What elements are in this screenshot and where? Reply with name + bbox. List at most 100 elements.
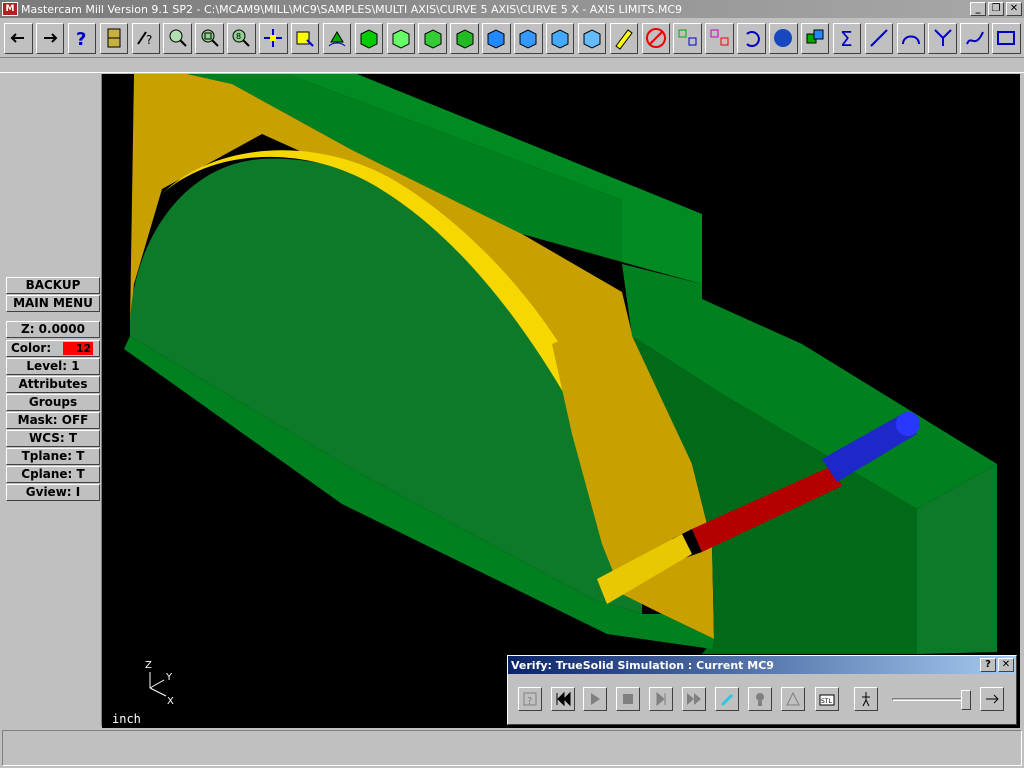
back-arrow-icon (10, 33, 25, 43)
solids-button[interactable] (800, 22, 830, 54)
toolbar: ?? 8 Σ (0, 20, 1024, 56)
mask-button[interactable]: Mask: OFF (6, 412, 100, 429)
arc-icon (901, 35, 920, 45)
speed-slider-thumb[interactable] (961, 690, 972, 710)
line-button[interactable] (864, 22, 894, 54)
unzoom-button[interactable] (195, 22, 224, 54)
minimize-button[interactable]: _ (970, 2, 986, 16)
cplane-side-icon (551, 29, 569, 49)
view-top-button[interactable] (354, 22, 384, 54)
verify-title-bar: Verify: TrueSolid Simulation : Current M… (508, 656, 1016, 674)
axis-x-label: X (167, 696, 174, 706)
cplane-top-button[interactable] (482, 22, 511, 54)
display-tool-icon (721, 694, 733, 706)
unzoom-icon (201, 29, 219, 47)
cplane-top-icon (487, 29, 505, 49)
rewind-button[interactable] (551, 687, 575, 711)
view-side-icon (424, 29, 442, 49)
file-cabinet-button[interactable] (99, 22, 129, 54)
view-side-button[interactable] (418, 22, 447, 54)
stop-icon (623, 694, 633, 704)
cplane-button[interactable]: Cplane: T (6, 466, 100, 483)
svg-text:?: ? (76, 29, 86, 50)
svg-text:?: ? (146, 33, 152, 47)
stop-button[interactable] (616, 687, 640, 711)
axis-y-label: Y (165, 672, 173, 683)
spline-button[interactable] (960, 22, 989, 54)
step-icon (656, 691, 666, 707)
zoom-window-button[interactable] (163, 22, 192, 54)
display-holder-button[interactable] (748, 687, 772, 711)
clear-colors-button[interactable] (641, 22, 671, 54)
speed-fast-button[interactable] (980, 687, 1004, 711)
rotate-view-button[interactable] (322, 22, 352, 54)
cplane-side-button[interactable] (545, 22, 575, 54)
solid-simulation-scene (124, 74, 997, 654)
options-button[interactable]: ? (518, 687, 542, 711)
shade-sphere-button[interactable] (769, 22, 798, 54)
wcs-button[interactable]: WCS: T (6, 430, 100, 447)
tplane-button[interactable]: Tplane: T (6, 448, 100, 465)
verify-close-button[interactable]: ✕ (998, 658, 1014, 672)
rectangle-button[interactable] (992, 22, 1021, 54)
zoom-fit-icon: 8 (232, 29, 251, 47)
level-button[interactable]: Level: 1 (6, 358, 100, 375)
svg-text:?: ? (527, 696, 532, 707)
view-iso-button[interactable] (450, 22, 479, 54)
line-icon (870, 29, 888, 47)
screen-select-button[interactable] (290, 22, 320, 54)
repaint-button[interactable] (609, 22, 639, 54)
cplane-3d-button[interactable] (577, 22, 607, 54)
speed-slider-track[interactable] (892, 698, 970, 701)
undo-button[interactable] (737, 22, 766, 54)
help-button[interactable]: ? (67, 22, 97, 54)
play-button[interactable] (583, 687, 607, 711)
rotate-view-icon (328, 31, 346, 47)
fillet-button[interactable] (928, 22, 957, 54)
z-depth-button[interactable]: Z: 0.0000 (6, 321, 100, 338)
view-button[interactable] (781, 687, 805, 711)
back-arrow-button[interactable] (4, 22, 33, 54)
step-button[interactable] (649, 687, 673, 711)
cplane-front-icon (519, 29, 537, 49)
fast-forward-icon (687, 693, 701, 705)
display-tool-button[interactable] (715, 687, 739, 711)
close-button[interactable]: ✕ (1006, 2, 1022, 16)
graphics-viewport[interactable]: Z Y X inch (102, 74, 1020, 728)
solids-icon (806, 29, 824, 44)
zoom-window-icon (169, 29, 187, 47)
file-cabinet-icon (107, 28, 121, 48)
main-menu-button[interactable]: MAIN MENU (6, 295, 100, 312)
sum-button[interactable]: Σ (832, 22, 862, 54)
analyze-button[interactable]: ? (131, 22, 161, 54)
translate-button[interactable] (673, 22, 702, 54)
view-front-button[interactable] (386, 22, 416, 54)
zoom-fit-button[interactable]: 8 (227, 22, 256, 54)
restore-button[interactable]: ❐ (988, 2, 1004, 16)
backup-button[interactable]: BACKUP (6, 277, 100, 294)
groups-button[interactable]: Groups (6, 394, 100, 411)
forward-arrow-button[interactable] (35, 22, 65, 54)
toolbar-separator (0, 57, 1024, 73)
verify-help-button[interactable]: ? (980, 658, 996, 672)
cplane-front-button[interactable] (514, 22, 543, 54)
pan-button[interactable] (259, 22, 288, 54)
mastercam-app-icon[interactable]: M (2, 2, 18, 16)
attributes-button[interactable]: Attributes (6, 376, 100, 393)
gview-button[interactable]: Gview: I (6, 484, 100, 501)
translate-icon (678, 29, 697, 46)
help-icon: ? (76, 29, 86, 50)
speed-slow-button[interactable] (854, 687, 878, 711)
save-stl-button[interactable]: STL (815, 687, 839, 711)
color-button[interactable]: Color: 12 (6, 340, 100, 357)
tool-holder-end (896, 412, 920, 436)
arc-button[interactable] (896, 22, 926, 54)
sum-icon: Σ (840, 27, 853, 50)
rectangle-icon (997, 31, 1016, 45)
mirror-button[interactable] (705, 22, 734, 54)
fast-forward-button[interactable] (682, 687, 706, 711)
analyze-icon: ? (136, 31, 152, 47)
forward-arrow-icon (44, 33, 58, 43)
display-holder-icon (756, 693, 764, 706)
undo-icon (746, 31, 761, 47)
